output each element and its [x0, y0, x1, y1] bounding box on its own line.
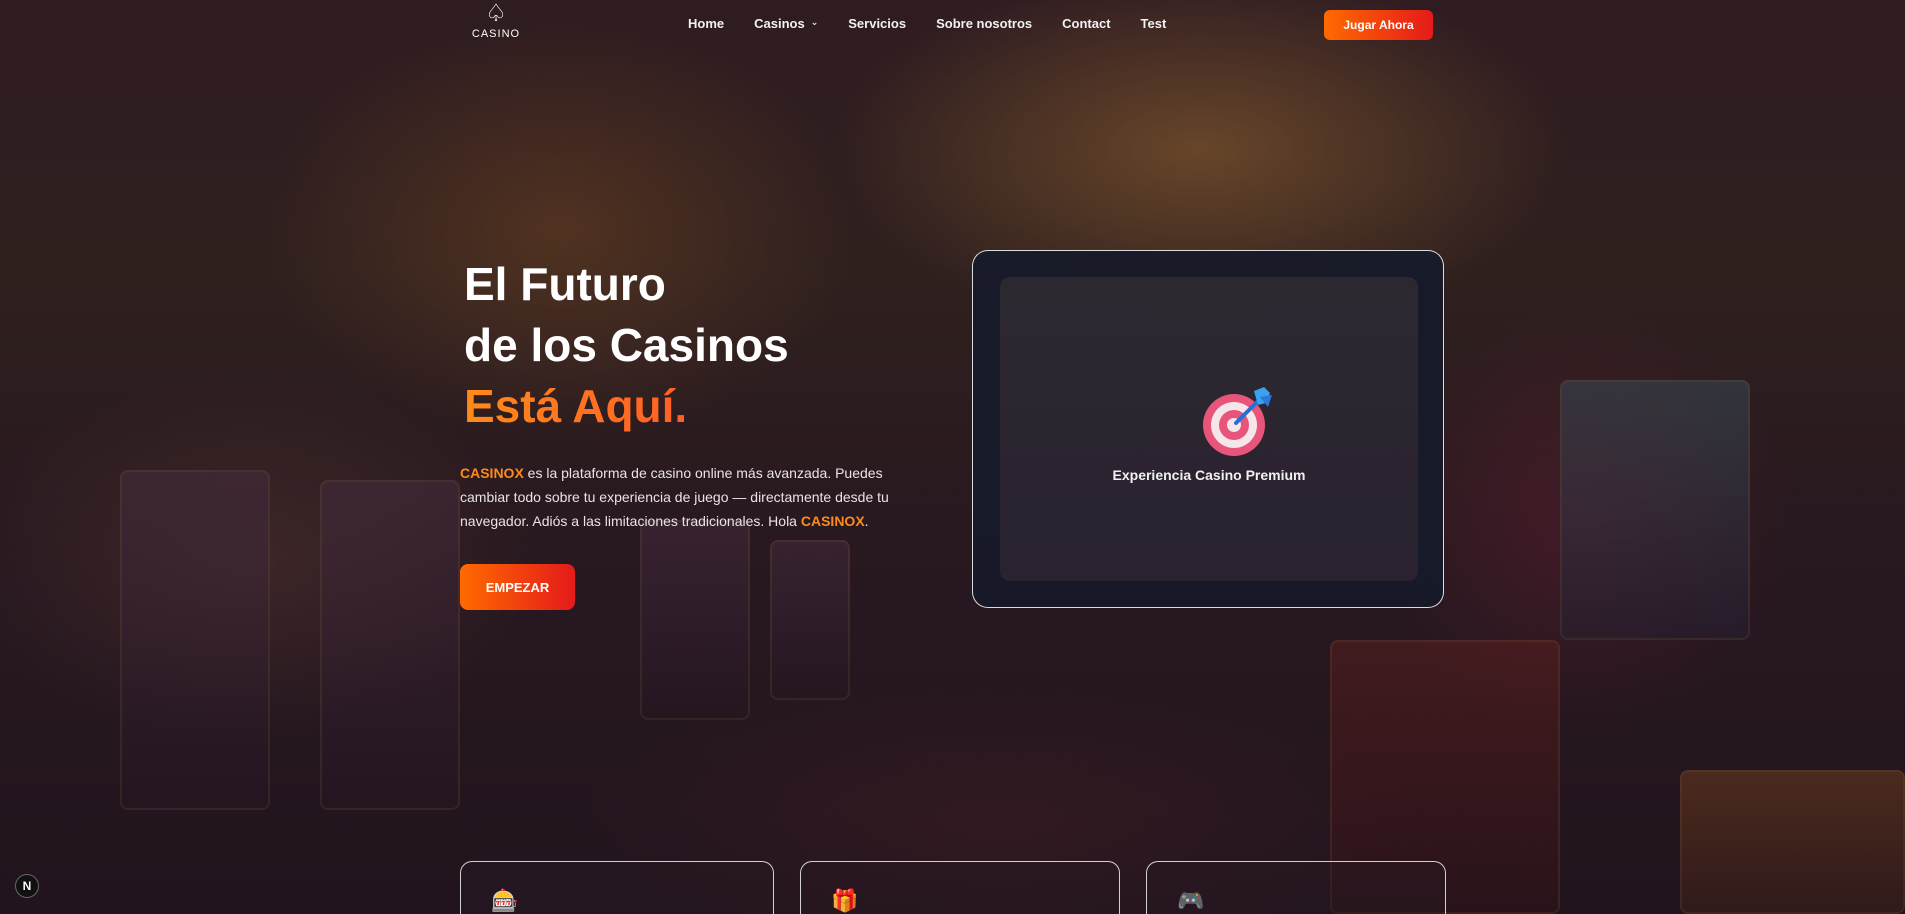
hero-title: El Futuro de los Casinos Está Aquí. [464, 254, 789, 437]
gift-icon: 🎁 [831, 888, 859, 913]
chevron-down-icon: ⌄ [810, 17, 819, 27]
hero-title-line-1: El Futuro [464, 258, 666, 310]
nav-item-contact[interactable]: Contact [1062, 16, 1110, 31]
gamepad-icon: 🎮 [1177, 888, 1205, 913]
feature-card-label: Experiencia Casino Premium [1112, 467, 1306, 483]
spade-icon: ♤ [485, 0, 507, 27]
nav-item-casinos-label: Casinos [754, 16, 805, 31]
hero-title-line-3: Está Aquí. [464, 376, 789, 437]
nav-item-home[interactable]: Home [688, 16, 724, 31]
feature-card-panel: Experiencia Casino Premium [1000, 277, 1418, 581]
site-logo[interactable]: ♤ CASINO [470, 0, 522, 41]
main-menu: Home Casinos ⌄ Servicios Sobre nosotros … [688, 16, 1166, 31]
nav-item-servicios[interactable]: Servicios [848, 16, 906, 31]
nav-item-sobre-nosotros[interactable]: Sobre nosotros [936, 16, 1032, 31]
start-button[interactable]: EMPEZAR [460, 564, 575, 610]
top-navigation: ♤ CASINO Home Casinos ⌄ Servicios Sobre … [0, 0, 1905, 50]
nav-item-casinos[interactable]: Casinos ⌄ [754, 16, 818, 31]
hero-description-end: . [864, 513, 869, 529]
hero-description: CASINOX es la plataforma de casino onlin… [460, 461, 910, 533]
feature-mini-card[interactable]: 🎁 [800, 861, 1120, 914]
play-now-button[interactable]: Jugar Ahora [1324, 10, 1433, 40]
corner-badge[interactable]: N [15, 874, 39, 898]
logo-text: CASINO [471, 28, 521, 40]
feature-mini-card[interactable]: 🎮 [1146, 861, 1446, 914]
feature-mini-card[interactable]: 🎰 [460, 861, 774, 914]
feature-card: Experiencia Casino Premium [972, 250, 1444, 608]
background-overlay [0, 0, 1905, 914]
brand-highlight: CASINOX [800, 513, 865, 529]
hero-title-line-2: de los Casinos [464, 319, 789, 371]
slot-machine-icon: 🎰 [491, 888, 519, 913]
casino-background [0, 0, 1905, 914]
target-icon [1203, 387, 1272, 456]
brand-highlight: CASINOX [460, 465, 524, 481]
nav-item-test[interactable]: Test [1141, 16, 1167, 31]
